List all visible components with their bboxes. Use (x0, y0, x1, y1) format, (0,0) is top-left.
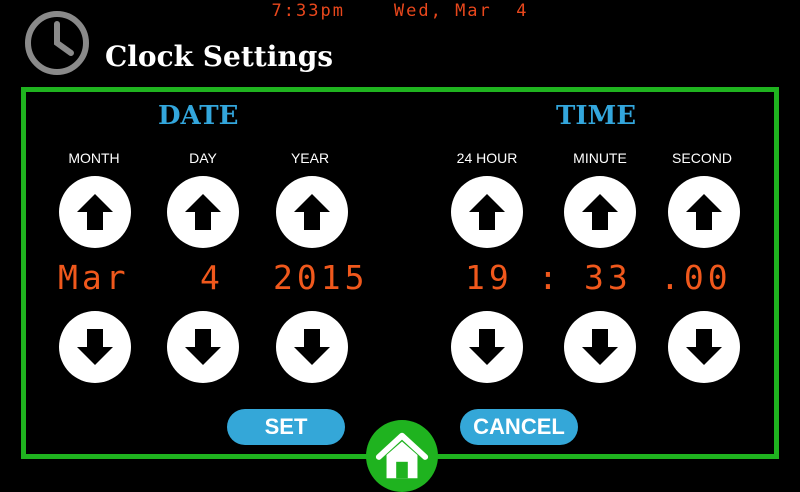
arrow-down-icon (77, 329, 113, 365)
status-date: Wed, Mar 4 (393, 1, 529, 21)
year-down-button[interactable] (276, 311, 348, 383)
set-button[interactable]: SET (227, 409, 345, 445)
hour-label: 24 HOUR (456, 150, 518, 166)
day-value: 4 (200, 258, 224, 297)
arrow-up-icon (469, 194, 505, 230)
clock-icon (24, 10, 90, 76)
arrow-down-icon (582, 329, 618, 365)
status-bar: 7:33pm Wed, Mar 4 (0, 1, 800, 21)
month-label: MONTH (68, 150, 120, 166)
day-down-button[interactable] (167, 311, 239, 383)
arrow-up-icon (582, 194, 618, 230)
second-label: SECOND (672, 150, 732, 166)
minute-value: 33 (584, 258, 632, 297)
day-label: DAY (189, 150, 217, 166)
arrow-up-icon (686, 194, 722, 230)
arrow-up-icon (294, 194, 330, 230)
month-up-button[interactable] (59, 176, 131, 248)
arrow-down-icon (294, 329, 330, 365)
year-label: YEAR (290, 150, 330, 166)
month-value: Mar (58, 258, 130, 297)
page-title: Clock Settings (105, 40, 334, 73)
arrow-down-icon (686, 329, 722, 365)
arrow-up-icon (77, 194, 113, 230)
arrow-down-icon (185, 329, 221, 365)
status-time: 7:33pm (271, 1, 345, 21)
time-heading: TIME (556, 101, 637, 131)
cancel-button[interactable]: CANCEL (460, 409, 578, 445)
hour-down-button[interactable] (451, 311, 523, 383)
day-up-button[interactable] (167, 176, 239, 248)
hour-value: 19 (465, 258, 513, 297)
minute-down-button[interactable] (564, 311, 636, 383)
date-heading: DATE (158, 101, 239, 131)
hour-up-button[interactable] (451, 176, 523, 248)
arrow-up-icon (185, 194, 221, 230)
minute-up-button[interactable] (564, 176, 636, 248)
year-value: 2015 (273, 258, 369, 297)
home-button[interactable] (366, 420, 438, 492)
second-value: .00 (660, 258, 732, 297)
second-up-button[interactable] (668, 176, 740, 248)
arrow-down-icon (469, 329, 505, 365)
time-separator: : (538, 258, 562, 297)
year-up-button[interactable] (276, 176, 348, 248)
home-icon (375, 432, 429, 479)
month-down-button[interactable] (59, 311, 131, 383)
second-down-button[interactable] (668, 311, 740, 383)
